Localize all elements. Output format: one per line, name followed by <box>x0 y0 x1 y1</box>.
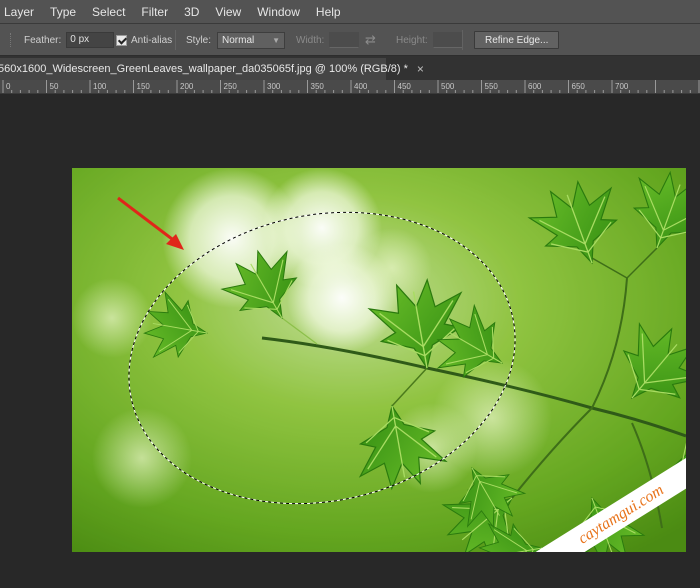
ruler-label: 350 <box>311 82 325 91</box>
options-divider <box>462 30 463 50</box>
horizontal-ruler[interactable]: 0 50 100 150 200 250 300 350 400 450 500 550 600 650 7… <box>0 80 700 94</box>
antialias-group[interactable]: Anti-alias <box>116 24 172 56</box>
width-label: Width: <box>296 34 325 46</box>
document-tab-title: 560x1600_Widescreen_GreenLeaves_wallpape… <box>0 63 408 75</box>
refine-edge-group: Refine Edge... <box>474 24 560 56</box>
options-divider <box>175 30 176 50</box>
style-dropdown[interactable]: Normal ▼ <box>217 31 286 49</box>
ruler-label: 600 <box>528 82 542 91</box>
ruler-label: 500 <box>441 82 455 91</box>
style-dropdown-value: Normal <box>222 34 255 46</box>
feather-label: Feather: <box>24 34 62 46</box>
height-group: Height: <box>396 24 463 56</box>
ruler-label: 200 <box>180 82 194 91</box>
document-tab[interactable]: 560x1600_Widescreen_GreenLeaves_wallpape… <box>0 58 424 80</box>
ruler-label: 50 <box>50 82 59 91</box>
menu-view[interactable]: View <box>207 0 249 24</box>
menu-window[interactable]: Window <box>249 0 308 24</box>
tool-options-bar: Feather: 0 px Anti-alias Style: Normal ▼… <box>0 24 700 56</box>
menu-type[interactable]: Type <box>42 0 84 24</box>
width-group: Width: <box>296 24 360 56</box>
menu-bar: Layer Type Select Filter 3D View Window … <box>0 0 700 24</box>
width-input[interactable] <box>329 32 360 48</box>
annotation-arrow-icon <box>117 196 184 250</box>
feather-group: Feather: 0 px <box>24 24 115 56</box>
ruler-label: 400 <box>354 82 368 91</box>
ruler-label: 250 <box>224 82 238 91</box>
antialias-label: Anti-alias <box>131 34 173 46</box>
close-icon[interactable]: × <box>417 62 424 76</box>
style-label: Style: <box>186 34 212 46</box>
menu-select[interactable]: Select <box>84 0 133 24</box>
ruler-label: 700 <box>615 82 629 91</box>
refine-edge-button[interactable]: Refine Edge... <box>474 31 560 49</box>
height-input[interactable] <box>432 32 463 48</box>
swap-width-height-icon[interactable]: ⇄ <box>365 32 376 48</box>
ruler-label: 450 <box>398 82 412 91</box>
menu-help[interactable]: Help <box>308 0 349 24</box>
ruler-label: 150 <box>137 82 151 91</box>
menu-layer[interactable]: Layer <box>0 0 42 24</box>
ruler-label: 100 <box>93 82 107 91</box>
feather-input[interactable]: 0 px <box>66 32 115 48</box>
style-group: Style: Normal ▼ <box>186 24 286 56</box>
antialias-checkbox[interactable] <box>116 34 127 46</box>
ruler-label: 300 <box>267 82 281 91</box>
ruler-label: 0 <box>6 82 11 91</box>
swap-group: ⇄ <box>365 24 376 56</box>
ruler-label: 550 <box>485 82 499 91</box>
ruler-ticks: 0 50 100 150 200 250 300 350 400 450 500 550 600 650 7… <box>2 80 700 93</box>
options-grip-handle[interactable] <box>10 33 12 47</box>
menu-filter[interactable]: Filter <box>133 0 176 24</box>
menu-3d[interactable]: 3D <box>176 0 207 24</box>
chevron-down-icon: ▼ <box>272 35 281 45</box>
ruler-label: 650 <box>572 82 586 91</box>
height-label: Height: <box>396 34 428 46</box>
document-tab-bar: 560x1600_Widescreen_GreenLeaves_wallpape… <box>0 56 700 80</box>
